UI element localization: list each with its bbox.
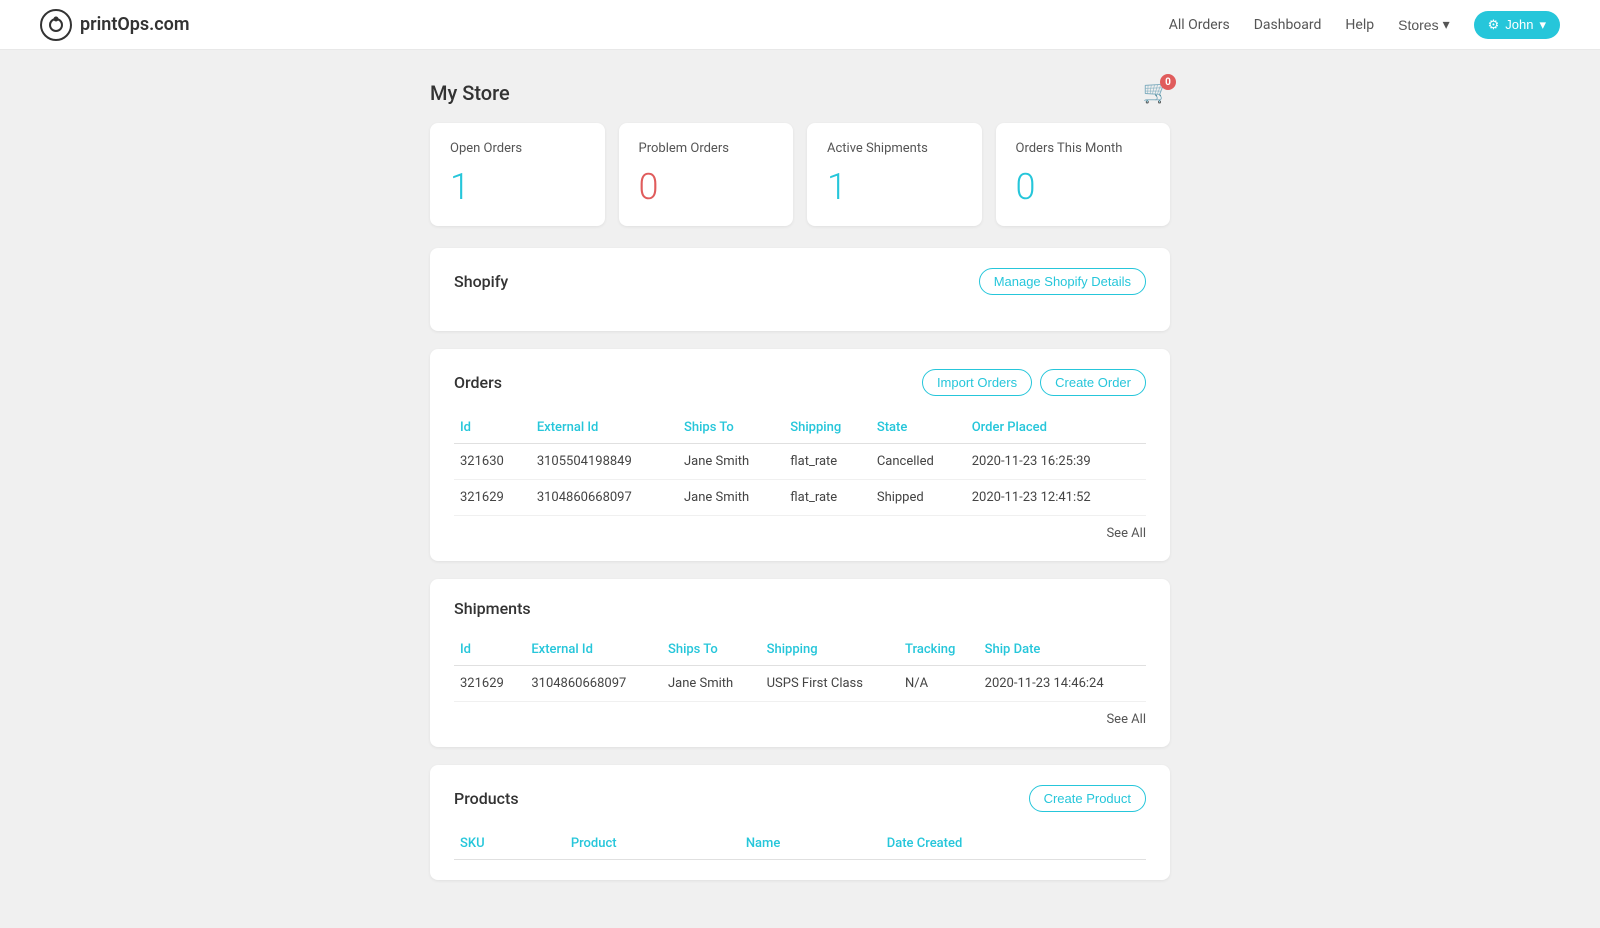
stat-label-open-orders: Open Orders bbox=[450, 141, 585, 156]
col-external-id: External Id bbox=[531, 412, 678, 444]
ship-date: 2020-11-23 14:46:24 bbox=[979, 666, 1146, 702]
nav-dashboard[interactable]: Dashboard bbox=[1254, 17, 1322, 33]
chevron-down-icon: ▾ bbox=[1443, 16, 1450, 33]
cart-button[interactable]: 🛒 0 bbox=[1143, 80, 1170, 105]
order-state: Shipped bbox=[871, 480, 966, 516]
stat-card-problem-orders: Problem Orders 0 bbox=[619, 123, 794, 226]
prod-col-sku: SKU bbox=[454, 828, 565, 860]
main-content: My Store 🛒 0 Open Orders 1 Problem Order… bbox=[410, 50, 1190, 928]
order-external-id: 3104860668097 bbox=[531, 480, 678, 516]
orders-table: Id External Id Ships To Shipping State O… bbox=[454, 412, 1146, 516]
table-row: 321630 3105504198849 Jane Smith flat_rat… bbox=[454, 444, 1146, 480]
gear-icon: ⚙ bbox=[1488, 17, 1500, 33]
shipments-see-all[interactable]: See All bbox=[454, 712, 1146, 727]
order-state: Cancelled bbox=[871, 444, 966, 480]
products-table-head: SKU Product Name Date Created bbox=[454, 828, 1146, 860]
products-section: Products Create Product SKU Product Name… bbox=[430, 765, 1170, 880]
orders-actions: Import Orders Create Order bbox=[922, 369, 1146, 396]
ship-col-tracking: Tracking bbox=[899, 634, 979, 666]
shipments-table-head: Id External Id Ships To Shipping Trackin… bbox=[454, 634, 1146, 666]
nav-stores-button[interactable]: Stores ▾ bbox=[1398, 16, 1450, 33]
stat-label-active-shipments: Active Shipments bbox=[827, 141, 962, 156]
col-shipping: Shipping bbox=[784, 412, 871, 444]
brand-name: printOps.com bbox=[80, 14, 190, 35]
orders-table-body: 321630 3105504198849 Jane Smith flat_rat… bbox=[454, 444, 1146, 516]
orders-see-all-link[interactable]: See All bbox=[1106, 526, 1146, 541]
brand-icon bbox=[40, 9, 72, 41]
orders-title: Orders bbox=[454, 373, 502, 392]
ship-col-external-id: External Id bbox=[525, 634, 662, 666]
navbar: printOps.com All Orders Dashboard Help S… bbox=[0, 0, 1600, 50]
orders-see-all[interactable]: See All bbox=[454, 526, 1146, 541]
create-product-button[interactable]: Create Product bbox=[1029, 785, 1146, 812]
shopify-title: Shopify bbox=[454, 272, 508, 291]
store-header: My Store 🛒 0 bbox=[430, 80, 1170, 105]
shipments-table: Id External Id Ships To Shipping Trackin… bbox=[454, 634, 1146, 702]
shopify-header: Shopify Manage Shopify Details bbox=[454, 268, 1146, 295]
ship-ships-to: Jane Smith bbox=[662, 666, 761, 702]
brand: printOps.com bbox=[40, 9, 190, 41]
stat-value-problem-orders: 0 bbox=[639, 166, 774, 208]
shipments-section: Shipments Id External Id Ships To Shippi… bbox=[430, 579, 1170, 747]
order-ships-to: Jane Smith bbox=[678, 480, 784, 516]
products-title: Products bbox=[454, 789, 519, 808]
order-external-id: 3105504198849 bbox=[531, 444, 678, 480]
shipments-table-body: 321629 3104860668097 Jane Smith USPS Fir… bbox=[454, 666, 1146, 702]
products-header: Products Create Product bbox=[454, 785, 1146, 812]
order-ships-to: Jane Smith bbox=[678, 444, 784, 480]
ship-external-id: 3104860668097 bbox=[525, 666, 662, 702]
stat-label-problem-orders: Problem Orders bbox=[639, 141, 774, 156]
stat-value-active-shipments: 1 bbox=[827, 166, 962, 208]
table-row: 321629 3104860668097 Jane Smith flat_rat… bbox=[454, 480, 1146, 516]
create-order-button[interactable]: Create Order bbox=[1040, 369, 1146, 396]
prod-col-date-created: Date Created bbox=[881, 828, 1146, 860]
prod-col-name: Name bbox=[740, 828, 881, 860]
stat-label-orders-month: Orders This Month bbox=[1016, 141, 1151, 156]
stat-card-active-shipments: Active Shipments 1 bbox=[807, 123, 982, 226]
shipments-header: Shipments bbox=[454, 599, 1146, 618]
stat-card-open-orders: Open Orders 1 bbox=[430, 123, 605, 226]
order-shipping: flat_rate bbox=[784, 480, 871, 516]
ship-col-ship-date: Ship Date bbox=[979, 634, 1146, 666]
nav-help[interactable]: Help bbox=[1345, 17, 1374, 33]
nav-links: All Orders Dashboard Help Stores ▾ ⚙ Joh… bbox=[1169, 11, 1560, 39]
table-row: 321629 3104860668097 Jane Smith USPS Fir… bbox=[454, 666, 1146, 702]
products-table: SKU Product Name Date Created bbox=[454, 828, 1146, 860]
chevron-down-icon-user: ▾ bbox=[1539, 17, 1546, 33]
orders-header: Orders Import Orders Create Order bbox=[454, 369, 1146, 396]
nav-all-orders[interactable]: All Orders bbox=[1169, 17, 1230, 33]
user-menu-button[interactable]: ⚙ John ▾ bbox=[1474, 11, 1560, 39]
order-shipping: flat_rate bbox=[784, 444, 871, 480]
order-id: 321630 bbox=[454, 444, 531, 480]
col-id: Id bbox=[454, 412, 531, 444]
shopify-section: Shopify Manage Shopify Details bbox=[430, 248, 1170, 331]
ship-col-id: Id bbox=[454, 634, 525, 666]
cart-badge: 0 bbox=[1160, 74, 1176, 90]
col-ships-to: Ships To bbox=[678, 412, 784, 444]
orders-table-head: Id External Id Ships To Shipping State O… bbox=[454, 412, 1146, 444]
ship-shipping: USPS First Class bbox=[761, 666, 899, 702]
shipments-title: Shipments bbox=[454, 599, 531, 618]
col-order-placed: Order Placed bbox=[966, 412, 1146, 444]
ship-tracking: N/A bbox=[899, 666, 979, 702]
col-state: State bbox=[871, 412, 966, 444]
order-placed: 2020-11-23 12:41:52 bbox=[966, 480, 1146, 516]
stat-cards: Open Orders 1 Problem Orders 0 Active Sh… bbox=[430, 123, 1170, 226]
stat-value-open-orders: 1 bbox=[450, 166, 585, 208]
ship-col-shipping: Shipping bbox=[761, 634, 899, 666]
stat-card-orders-month: Orders This Month 0 bbox=[996, 123, 1171, 226]
import-orders-button[interactable]: Import Orders bbox=[922, 369, 1032, 396]
order-placed: 2020-11-23 16:25:39 bbox=[966, 444, 1146, 480]
store-title: My Store bbox=[430, 81, 510, 105]
shipments-see-all-link[interactable]: See All bbox=[1106, 712, 1146, 727]
ship-col-ships-to: Ships To bbox=[662, 634, 761, 666]
manage-shopify-button[interactable]: Manage Shopify Details bbox=[979, 268, 1146, 295]
orders-section: Orders Import Orders Create Order Id Ext… bbox=[430, 349, 1170, 561]
ship-id: 321629 bbox=[454, 666, 525, 702]
prod-col-product: Product bbox=[565, 828, 740, 860]
order-id: 321629 bbox=[454, 480, 531, 516]
stat-value-orders-month: 0 bbox=[1016, 166, 1151, 208]
